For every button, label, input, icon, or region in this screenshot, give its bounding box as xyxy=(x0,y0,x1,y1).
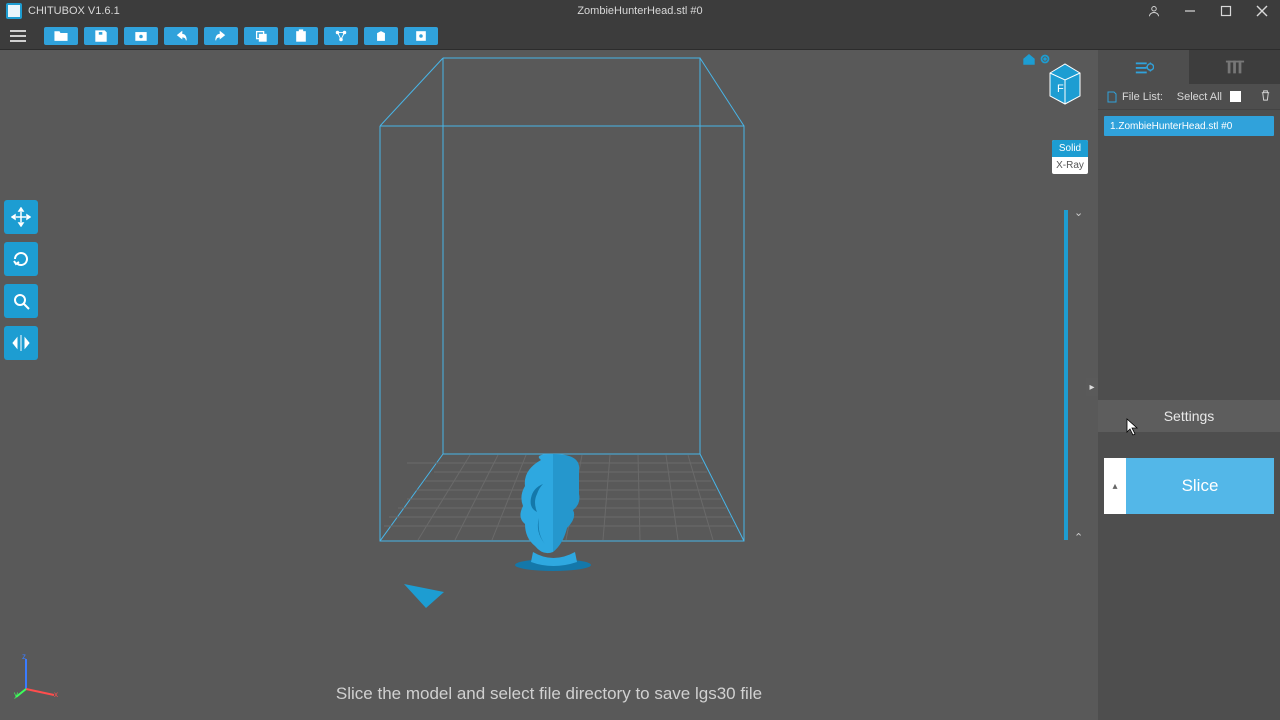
tab-settings[interactable] xyxy=(1098,50,1189,84)
file-list-header: File List: Select All xyxy=(1098,84,1280,110)
file-list-item[interactable]: 1.ZombieHunterHead.stl #0 xyxy=(1104,116,1274,136)
redo-button[interactable] xyxy=(204,27,238,45)
solid-mode[interactable]: Solid xyxy=(1052,140,1088,157)
model-preview[interactable] xyxy=(503,452,603,572)
svg-text:z: z xyxy=(22,652,26,661)
status-hint: Slice the model and select file director… xyxy=(0,684,1098,704)
screenshot-button[interactable] xyxy=(124,27,158,45)
layer-slider[interactable]: ⌄ ⌃ xyxy=(1060,210,1080,540)
app-name: CHITUBOX V1.6.1 xyxy=(28,5,120,17)
undo-button[interactable] xyxy=(164,27,198,45)
slice-row: ▴ Slice xyxy=(1104,458,1274,514)
minimize-button[interactable] xyxy=(1172,0,1208,22)
home-icon[interactable] xyxy=(1022,52,1036,66)
open-button[interactable] xyxy=(44,27,78,45)
front-indicator-arrow xyxy=(404,584,444,614)
mouse-cursor xyxy=(1126,418,1140,441)
chevron-down-icon[interactable]: ⌄ xyxy=(1074,206,1083,219)
main-toolbar xyxy=(0,22,1280,50)
user-icon[interactable] xyxy=(1136,0,1172,22)
hollow-button[interactable] xyxy=(364,27,398,45)
file-list-label: File List: xyxy=(1122,91,1163,103)
chevron-up-icon[interactable]: ⌃ xyxy=(1074,531,1083,544)
select-all-checkbox[interactable] xyxy=(1230,91,1241,102)
window-controls xyxy=(1136,0,1280,22)
viewport-3d[interactable] xyxy=(0,50,1098,720)
close-button[interactable] xyxy=(1244,0,1280,22)
xray-mode[interactable]: X-Ray xyxy=(1052,157,1088,174)
copy-button[interactable] xyxy=(244,27,278,45)
svg-text:y: y xyxy=(14,690,18,699)
save-button[interactable] xyxy=(84,27,118,45)
file-icon xyxy=(1106,91,1118,103)
slice-button[interactable]: Slice xyxy=(1126,458,1274,514)
menu-button[interactable] xyxy=(6,26,30,46)
auto-layout-button[interactable] xyxy=(324,27,358,45)
svg-text:F: F xyxy=(1057,83,1064,95)
panel-tabs xyxy=(1098,50,1280,84)
title-bar: CHITUBOX V1.6.1 ZombieHunterHead.stl #0 xyxy=(0,0,1280,22)
dig-hole-button[interactable] xyxy=(404,27,438,45)
right-panel: File List: Select All 1.ZombieHunterHead… xyxy=(1098,50,1280,720)
tab-supports[interactable] xyxy=(1189,50,1280,84)
delete-button[interactable] xyxy=(1259,89,1272,105)
view-cube[interactable]: F xyxy=(1040,58,1090,108)
render-mode-toggle[interactable]: Solid X-Ray xyxy=(1052,140,1088,174)
maximize-button[interactable] xyxy=(1208,0,1244,22)
select-all-label: Select All xyxy=(1177,91,1222,103)
paste-button[interactable] xyxy=(284,27,318,45)
slice-options-dropdown[interactable]: ▴ xyxy=(1104,458,1126,514)
document-title: ZombieHunterHead.stl #0 xyxy=(577,5,702,17)
panel-expand-toggle[interactable]: ▸ xyxy=(1086,378,1098,396)
svg-text:x: x xyxy=(54,690,58,699)
app-icon xyxy=(6,3,22,19)
axis-gizmo: z x y xyxy=(14,651,62,704)
